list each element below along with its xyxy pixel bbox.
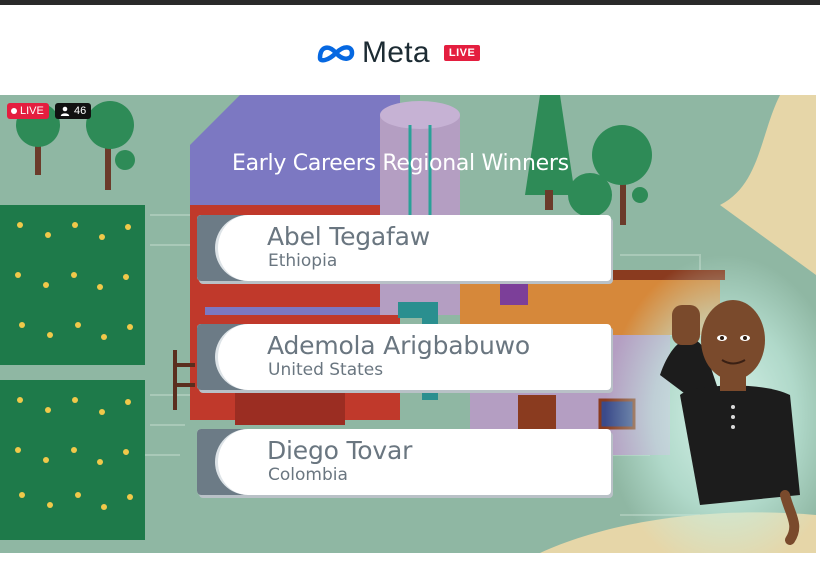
page-header: Meta LIVE <box>0 5 820 95</box>
winner-country: United States <box>268 360 384 380</box>
live-video-player[interactable]: LIVE 46 Early Careers Regional Winners A… <box>0 95 816 553</box>
live-badge-label: LIVE <box>20 105 44 117</box>
winner-name: Diego Tovar <box>267 436 413 465</box>
viewer-count: 46 <box>74 105 87 117</box>
card-tab-decoration <box>197 429 258 495</box>
winner-name: Abel Tegafaw <box>267 222 431 251</box>
stream-overlay-title: Early Careers Regional Winners <box>232 151 569 176</box>
winner-country: Ethiopia <box>268 251 338 271</box>
live-dot-icon <box>11 108 17 114</box>
live-status-badge: LIVE <box>7 103 49 119</box>
card-tab-decoration <box>197 324 258 390</box>
winner-card: Ademola Arigbabuwo United States <box>197 324 611 390</box>
meta-logo[interactable]: Meta LIVE <box>316 35 481 71</box>
card-tab-decoration <box>197 215 258 281</box>
brand-wordmark: Meta <box>362 36 430 69</box>
winner-card: Abel Tegafaw Ethiopia <box>197 215 611 281</box>
person-icon <box>60 106 70 116</box>
winner-name: Ademola Arigbabuwo <box>267 331 531 360</box>
viewer-count-badge: 46 <box>55 103 92 119</box>
meta-infinity-icon <box>317 45 355 63</box>
live-label: LIVE <box>443 45 481 61</box>
winner-card: Diego Tovar Colombia <box>197 429 611 495</box>
winner-country: Colombia <box>268 465 348 485</box>
